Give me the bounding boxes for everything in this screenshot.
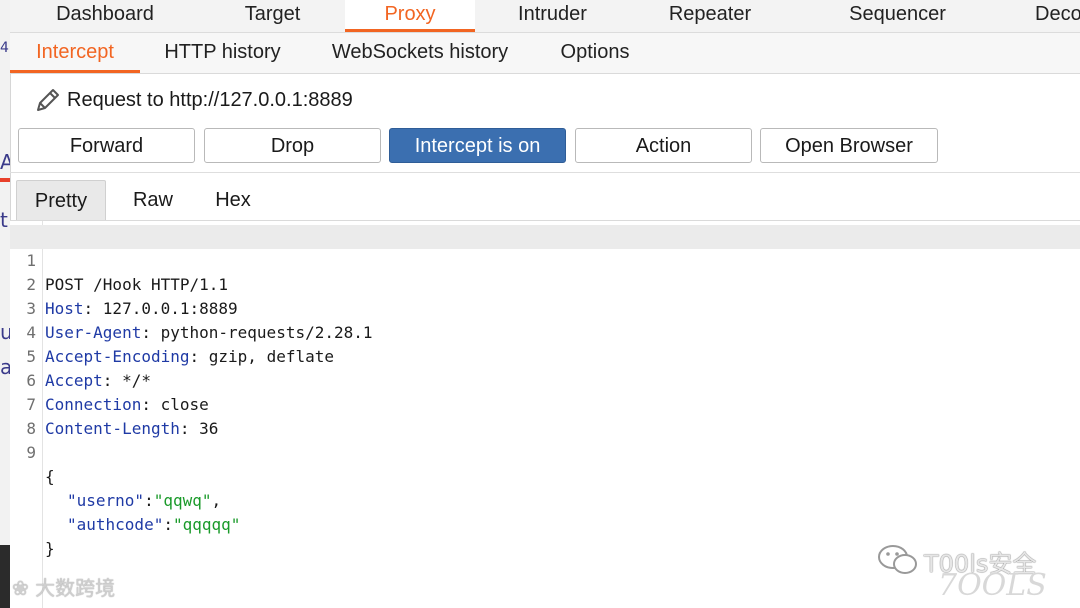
code-line: 1 POST /Hook HTTP/1.1 <box>10 225 1080 294</box>
request-info-row: Request to http://127.0.0.1:8889 <box>10 74 1080 126</box>
watermark-right: T00ls安全 7OOLS <box>876 542 1076 608</box>
drop-button[interactable]: Drop <box>204 128 381 163</box>
pencil-icon <box>37 89 59 111</box>
open-browser-button[interactable]: Open Browser <box>760 128 938 163</box>
strip-char: A <box>0 150 10 174</box>
tab-options[interactable]: Options <box>545 33 645 73</box>
message-editor-tabs: Pretty Raw Hex <box>10 180 1080 221</box>
tab-raw[interactable]: Raw <box>114 180 192 220</box>
code-line: 2 Host: 127.0.0.1:8889 <box>10 249 1080 318</box>
code-line: 8 <box>10 393 1080 438</box>
main-tab-bar: Dashboard Target Proxy Intruder Repeater… <box>10 0 1080 33</box>
tab-target[interactable]: Target <box>200 0 345 32</box>
weibo-icon: ❀ <box>12 576 29 600</box>
json-close-brace: } <box>45 539 55 558</box>
code-line: 5 Accept: */* <box>10 321 1080 390</box>
watermark-left-text: 大数跨境 <box>35 576 116 600</box>
tab-websockets-history[interactable]: WebSockets history <box>315 33 525 73</box>
tab-repeater[interactable]: Repeater <box>630 0 790 32</box>
code-line: 7 Content-Length: 36 <box>10 369 1080 438</box>
tab-pretty[interactable]: Pretty <box>16 180 106 220</box>
json-colon: : <box>163 515 173 534</box>
strip-red-mark <box>0 178 10 182</box>
proxy-sub-tab-bar: Intercept HTTP history WebSockets histor… <box>10 33 1080 74</box>
divider <box>10 172 1080 173</box>
code-line: 6 Connection: close <box>10 345 1080 414</box>
code-line: "userno":"qqwq", <box>10 441 1080 510</box>
forward-button[interactable]: Forward <box>18 128 195 163</box>
code-line: "authcode":"qqqqq" <box>10 465 1080 534</box>
tab-decoder[interactable]: Deco <box>1005 0 1080 32</box>
tab-sequencer[interactable]: Sequencer <box>790 0 1005 32</box>
action-button[interactable]: Action <box>575 128 752 163</box>
code-line: 9 { <box>10 417 1080 486</box>
tab-http-history[interactable]: HTTP history <box>150 33 295 73</box>
watermark-signature: 7OOLS <box>938 568 1047 603</box>
tab-intruder[interactable]: Intruder <box>475 0 630 32</box>
code-line: } <box>10 489 1080 558</box>
request-target-label: Request to http://127.0.0.1:8889 <box>67 89 353 111</box>
code-line: 4 Accept-Encoding: gzip, deflate <box>10 297 1080 366</box>
json-string-value: "qqqqq" <box>172 515 241 534</box>
intercept-toggle-button[interactable]: Intercept is on <box>389 128 566 163</box>
tab-hex[interactable]: Hex <box>198 180 268 220</box>
code-line: 3 User-Agent: python-requests/2.28.1 <box>10 273 1080 342</box>
strip-char: 4 <box>0 40 9 56</box>
watermark-left: ❀ 大数跨境 <box>12 572 115 601</box>
tab-proxy[interactable]: Proxy <box>345 0 475 32</box>
wechat-icon <box>878 545 917 574</box>
strip-char: t <box>0 208 8 232</box>
tab-dashboard[interactable]: Dashboard <box>10 0 200 32</box>
tab-intercept[interactable]: Intercept <box>10 33 140 73</box>
strip-dark-block <box>0 545 10 608</box>
json-key: "authcode" <box>67 515 164 534</box>
